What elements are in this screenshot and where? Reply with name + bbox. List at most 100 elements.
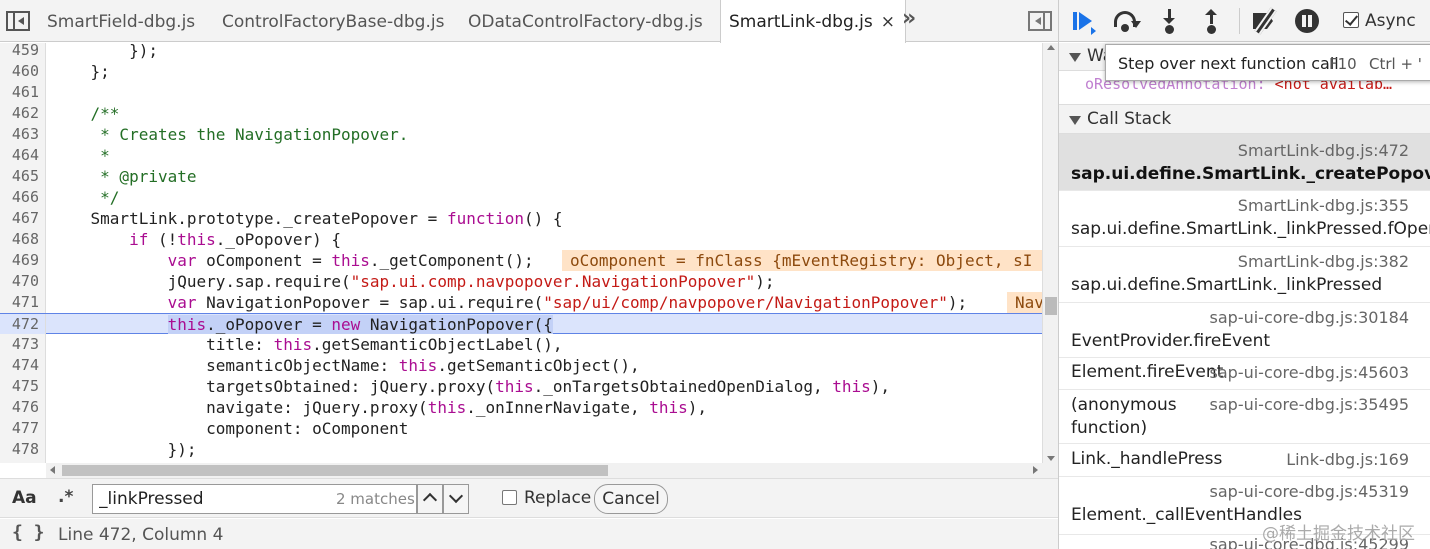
code-line[interactable]: 463 * Creates the NavigationPopover. — [0, 124, 1042, 145]
line-source: if (!this._oPopover) { — [129, 230, 341, 249]
code-line[interactable]: 461 — [0, 82, 1042, 103]
sidebar-toggle-icon[interactable] — [6, 11, 30, 31]
async-checkbox[interactable] — [1343, 12, 1359, 28]
debugger-toolbar: Async — [1059, 0, 1430, 42]
code-line[interactable]: 470 jQuery.sap.require("sap.ui.comp.navp… — [0, 271, 1042, 292]
line-number[interactable]: 470 — [0, 271, 46, 292]
line-source: var oComponent = this._getComponent(); — [167, 251, 534, 270]
debugger-sidebar-toggle-icon[interactable] — [1028, 11, 1052, 31]
line-source: }); — [52, 43, 158, 60]
tab-smartlink[interactable]: SmartLink-dbg.js × — [720, 0, 906, 43]
code-line[interactable]: 464 * — [0, 145, 1042, 166]
frame-location: sap-ui-core-dbg.js:35495 — [1209, 395, 1409, 414]
frame-location: sap-ui-core-dbg.js:45603 — [1209, 363, 1409, 382]
frame-location: SmartLink-dbg.js:472 — [1237, 141, 1409, 160]
replace-checkbox[interactable] — [502, 490, 517, 505]
line-number[interactable]: 459 — [0, 43, 46, 61]
tab-label: SmartField-dbg.js — [47, 12, 196, 32]
async-label: Async — [1365, 11, 1416, 31]
code-line[interactable]: 466 */ — [0, 187, 1042, 208]
regex-button[interactable]: .* — [58, 487, 73, 507]
line-number[interactable]: 460 — [0, 61, 46, 82]
search-bar: Aa .* 2 matches Replace Cancel — [0, 478, 1058, 518]
frame-function: sap.ui.define.SmartLink._createPopover — [1071, 164, 1430, 184]
tooltip-shortcut: Ctrl + ' — [1369, 55, 1422, 73]
code-line[interactable]: 476 navigate: jQuery.proxy(this._onInner… — [0, 397, 1042, 418]
resume-icon[interactable] — [1071, 9, 1097, 35]
scroll-up-icon[interactable] — [1047, 45, 1055, 50]
line-number[interactable]: 466 — [0, 187, 46, 208]
line-number[interactable]: 473 — [0, 334, 46, 355]
call-stack-header[interactable]: Call Stack — [1059, 105, 1430, 134]
code-line[interactable]: 469 var oComponent = this._getComponent(… — [0, 250, 1042, 271]
call-stack-frame[interactable]: Element.fireEvent sap-ui-core-dbg.js:4560… — [1059, 358, 1430, 390]
vertical-scrollbar[interactable] — [1042, 43, 1058, 463]
pause-on-exceptions-icon[interactable] — [1295, 9, 1321, 33]
frame-function: sap.ui.define.SmartLink._linkPressed.fOp… — [1071, 219, 1430, 239]
tab-odatacontrolfactory[interactable]: ODataControlFactory-dbg.js — [468, 0, 703, 42]
scroll-down-icon[interactable] — [1047, 456, 1055, 461]
code-line[interactable]: 477 component: oComponent — [0, 418, 1042, 439]
call-stack-frame[interactable]: (anonymous function) sap-ui-core-dbg.js:3… — [1059, 390, 1430, 444]
code-editor[interactable]: 459 }); 460 }; 461 462 /** 463 * Creates the… — [0, 43, 1042, 463]
step-out-icon[interactable] — [1199, 9, 1225, 34]
code-line[interactable]: 465 * @private — [0, 166, 1042, 187]
line-number[interactable]: 479 — [0, 460, 46, 463]
line-number[interactable]: 474 — [0, 355, 46, 376]
pretty-print-icon[interactable]: { } — [12, 522, 45, 543]
line-number[interactable]: 465 — [0, 166, 46, 187]
next-match-button[interactable] — [443, 484, 469, 514]
match-case-button[interactable]: Aa — [12, 488, 37, 508]
close-icon[interactable]: × — [881, 12, 895, 32]
frame-location: SmartLink-dbg.js:382 — [1237, 252, 1409, 271]
line-number[interactable]: 467 — [0, 208, 46, 229]
tab-smartfield[interactable]: SmartField-dbg.js — [47, 0, 195, 42]
scroll-left-icon[interactable] — [50, 466, 55, 474]
frame-location: Link-dbg.js:169 — [1286, 450, 1409, 469]
call-stack-frame[interactable]: SmartLink-dbg.js:382 sap.ui.define.SmartL… — [1059, 247, 1430, 303]
code-line[interactable]: 475 targetsObtained: jQuery.proxy(this._… — [0, 376, 1042, 397]
code-line[interactable]: 471 var NavigationPopover = sap.ui.requi… — [0, 292, 1042, 313]
code-line[interactable]: 468 if (!this._oPopover) { — [0, 229, 1042, 250]
step-into-icon[interactable] — [1157, 9, 1183, 34]
scroll-thumb[interactable] — [62, 465, 608, 476]
code-line[interactable]: 467 SmartLink.prototype._createPopover =… — [0, 208, 1042, 229]
line-number[interactable]: 477 — [0, 418, 46, 439]
tab-controlfactorybase[interactable]: ControlFactoryBase-dbg.js — [222, 0, 444, 42]
call-stack-frame[interactable]: SmartLink-dbg.js:472 sap.ui.define.SmartL… — [1059, 134, 1430, 191]
inline-value: Nav — [1007, 292, 1042, 313]
tab-label: ControlFactoryBase-dbg.js — [222, 12, 445, 32]
call-stack-frame[interactable]: SmartLink-dbg.js:355 sap.ui.define.SmartL… — [1059, 191, 1430, 247]
line-number[interactable]: 461 — [0, 82, 46, 103]
line-number[interactable]: 472 — [0, 314, 46, 335]
previous-match-button[interactable] — [417, 484, 443, 514]
line-number[interactable]: 462 — [0, 103, 46, 124]
code-line[interactable]: 460 }; — [0, 61, 1042, 82]
code-line[interactable]: 459 }); — [0, 43, 1042, 61]
toolbar-divider — [1239, 8, 1240, 34]
current-execution-line[interactable]: 472 this._oPopover = new NavigationPopov… — [0, 313, 1042, 335]
code-line[interactable]: 473 title: this.getSemanticObjectLabel()… — [0, 334, 1042, 355]
horizontal-scrollbar[interactable] — [46, 463, 1042, 478]
line-number[interactable]: 475 — [0, 376, 46, 397]
scroll-right-icon[interactable] — [1033, 466, 1038, 474]
scroll-thumb[interactable] — [1045, 297, 1057, 315]
line-number[interactable]: 476 — [0, 397, 46, 418]
more-tabs-icon[interactable]: » — [902, 6, 916, 31]
line-number[interactable]: 471 — [0, 292, 46, 313]
call-stack-frame[interactable]: Link._handlePress Link-dbg.js:169 — [1059, 444, 1430, 477]
cancel-button[interactable]: Cancel — [594, 484, 668, 514]
deactivate-breakpoints-icon[interactable] — [1251, 7, 1277, 35]
line-number[interactable]: 464 — [0, 145, 46, 166]
call-stack-frame[interactable]: sap-ui-core-dbg.js:30184 EventProvider.fi… — [1059, 303, 1430, 358]
line-number[interactable]: 468 — [0, 229, 46, 250]
line-number[interactable]: 469 — [0, 250, 46, 271]
code-line[interactable]: 478 }); — [0, 439, 1042, 460]
line-number[interactable]: 478 — [0, 439, 46, 460]
code-line[interactable]: 462 /** — [0, 103, 1042, 124]
line-number[interactable]: 463 — [0, 124, 46, 145]
line-source: component: oComponent — [52, 419, 409, 438]
collapse-triangle-icon — [1069, 53, 1081, 62]
step-over-icon[interactable] — [1113, 9, 1141, 33]
code-line[interactable]: 474 semanticObjectName: this.getSemantic… — [0, 355, 1042, 376]
